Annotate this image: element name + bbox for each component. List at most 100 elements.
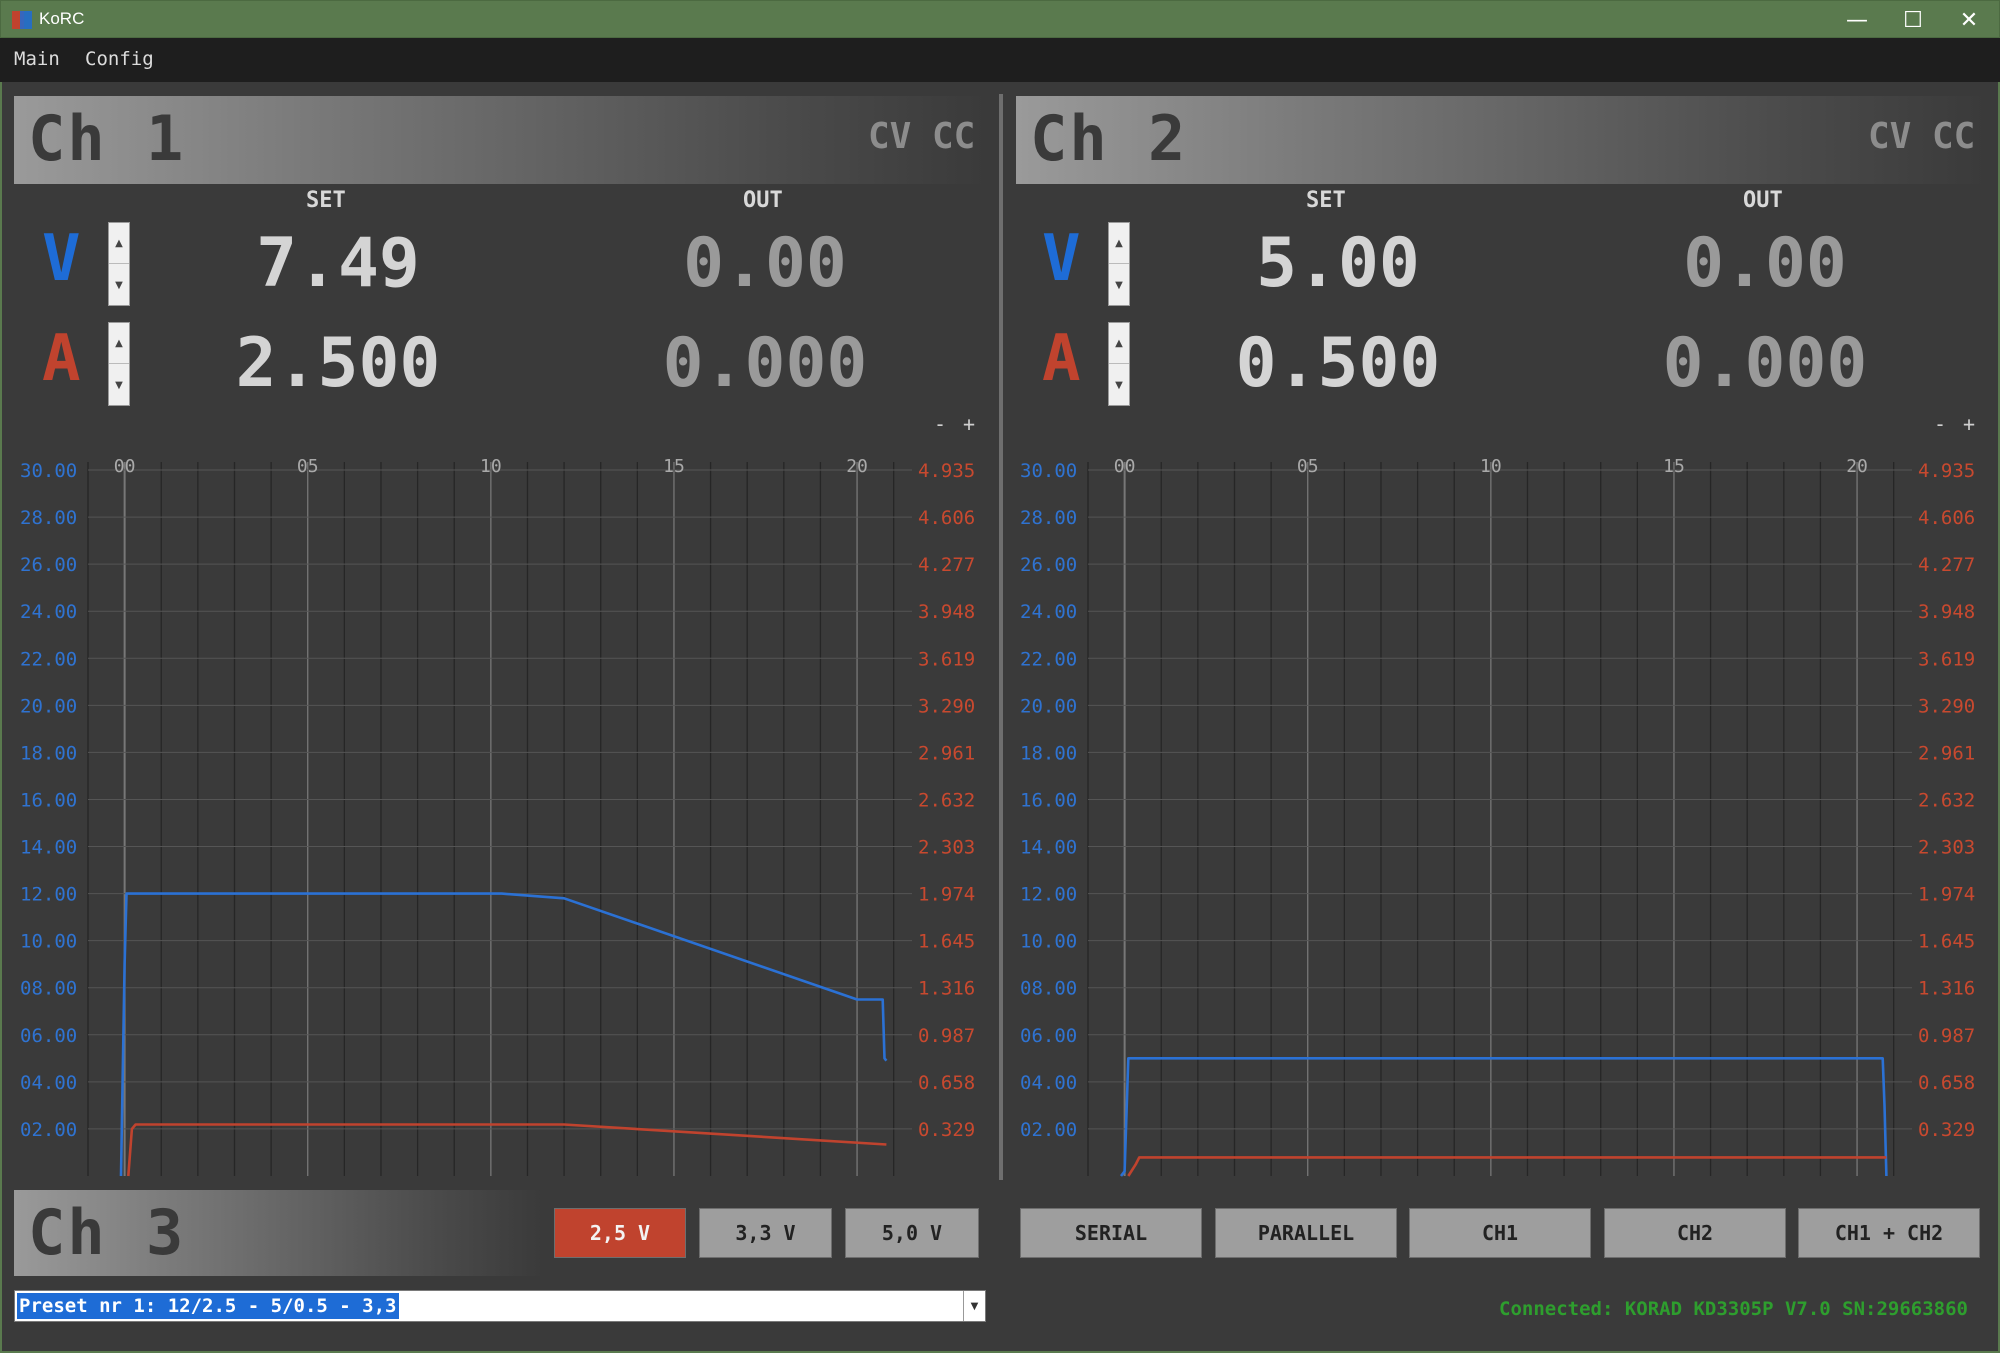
channel-1-cv-indicator: CV <box>868 116 912 157</box>
channel-1-chart[interactable]: 30.00 28.00 26.00 24.00 22.00 20.00 18.00 16.00… <box>0 440 990 1180</box>
y-right-tick-label: 2.303 <box>1918 837 1975 859</box>
ch3-preset-3v3-button[interactable]: 3,3 V <box>699 1208 832 1258</box>
spinner-up-icon[interactable]: ▲ <box>109 323 129 364</box>
channel-2-set-current[interactable]: 0.500 <box>1198 324 1478 403</box>
y-left-tick-label: 28.00 <box>1020 507 1077 529</box>
minimize-icon: — <box>1846 7 1868 33</box>
y-right-tick-label: 0.987 <box>1918 1025 1975 1047</box>
menu-config[interactable]: Config <box>85 48 154 70</box>
y-left-tick-label: 04.00 <box>1020 1072 1077 1094</box>
y-left-tick-label: 26.00 <box>20 554 77 576</box>
channel-2-cv-indicator: CV <box>1868 116 1912 157</box>
y-left-tick-label: 08.00 <box>20 978 77 1000</box>
channel-2-voltage-unit: V <box>1042 222 1081 296</box>
channel-1-out-voltage: 0.00 <box>683 224 847 303</box>
ch2-output-button[interactable]: CH2 <box>1604 1208 1786 1258</box>
x-tick-label: 20 <box>1846 456 1868 477</box>
x-tick-label: 10 <box>480 456 502 477</box>
current-series-line <box>1127 1156 1887 1177</box>
channel-2-cc-indicator: CC <box>1932 116 1976 157</box>
maximize-icon: ☐ <box>1903 7 1923 33</box>
y-left-tick-label: 04.00 <box>20 1072 77 1094</box>
channel-1-zoom-in-button[interactable]: + <box>963 412 975 436</box>
close-button[interactable]: ✕ <box>1941 1 1997 39</box>
current-series-line <box>127 1123 887 1177</box>
y-left-tick-label: 30.00 <box>20 460 77 482</box>
y-right-tick-label: 2.632 <box>918 789 975 811</box>
serial-mode-button[interactable]: SERIAL <box>1020 1208 1202 1258</box>
y-right-tick-label: 3.948 <box>1918 601 1975 623</box>
y-left-tick-label: 22.00 <box>1020 648 1077 670</box>
channel-2-chart[interactable]: 30.00 28.00 26.00 24.00 22.00 20.00 18.00 16.00… <box>1000 440 1990 1180</box>
chevron-down-icon[interactable]: ▼ <box>963 1291 985 1321</box>
channel-1-set-current[interactable]: 2.500 <box>198 324 478 403</box>
y-right-tick-label: 4.277 <box>1918 554 1975 576</box>
y-right-tick-label: 4.935 <box>1918 460 1975 482</box>
channel-1-current-unit: A <box>42 322 81 396</box>
y-left-tick-label: 10.00 <box>1020 931 1077 953</box>
y-right-tick-label: 2.961 <box>1918 742 1975 764</box>
y-left-tick-label: 24.00 <box>20 601 77 623</box>
y-right-tick-label: 4.606 <box>918 507 975 529</box>
y-left-tick-label: 02.00 <box>20 1119 77 1141</box>
y-right-tick-label: 4.935 <box>918 460 975 482</box>
y-right-tick-label: 0.987 <box>918 1025 975 1047</box>
y-right-tick-label: 4.277 <box>918 554 975 576</box>
spinner-up-icon[interactable]: ▲ <box>1109 323 1129 364</box>
preset-dropdown[interactable]: Preset nr 1: 12/2.5 - 5/0.5 - 3,3 ▼ <box>14 1290 986 1322</box>
channel-2-zoom-in-button[interactable]: + <box>1963 412 1975 436</box>
y-left-tick-label: 24.00 <box>1020 601 1077 623</box>
y-right-tick-label: 3.619 <box>918 648 975 670</box>
channel-1-voltage-spinner[interactable]: ▲ ▼ <box>108 222 130 306</box>
y-left-tick-label: 18.00 <box>1020 742 1077 764</box>
x-tick-label: 15 <box>1663 456 1685 477</box>
y-right-tick-label: 2.303 <box>918 837 975 859</box>
channel-2-title: Ch 2 <box>1030 102 1188 175</box>
channel-1-set-voltage[interactable]: 7.49 <box>198 224 478 303</box>
channel-1-zoom-out-button[interactable]: - <box>934 412 946 436</box>
ch1-ch2-output-button[interactable]: CH1 + CH2 <box>1798 1208 1980 1258</box>
spinner-down-icon[interactable]: ▼ <box>109 265 129 306</box>
channel-1-current-spinner[interactable]: ▲ ▼ <box>108 322 130 406</box>
connection-status: Connected: KORAD KD3305P V7.0 SN:2966386… <box>1499 1298 1968 1320</box>
channel-1-out-label: OUT <box>743 188 783 213</box>
x-tick-label: 15 <box>663 456 685 477</box>
menu-bar: Main Config <box>0 38 2000 82</box>
y-left-tick-label: 28.00 <box>20 507 77 529</box>
window-title: KoRC <box>39 9 85 28</box>
x-tick-label: 05 <box>297 456 319 477</box>
x-tick-label: 00 <box>1114 456 1136 477</box>
spinner-down-icon[interactable]: ▼ <box>1109 365 1129 406</box>
channel-2-out-label: OUT <box>1743 188 1783 213</box>
parallel-mode-button[interactable]: PARALLEL <box>1215 1208 1397 1258</box>
y-right-tick-label: 3.948 <box>918 601 975 623</box>
menu-main[interactable]: Main <box>14 48 60 70</box>
y-right-tick-label: 1.974 <box>918 884 975 906</box>
y-left-tick-label: 06.00 <box>1020 1025 1077 1047</box>
spinner-down-icon[interactable]: ▼ <box>1109 265 1129 306</box>
y-left-tick-label: 20.00 <box>20 695 77 717</box>
ch3-preset-2v5-button[interactable]: 2,5 V <box>554 1208 686 1258</box>
spinner-down-icon[interactable]: ▼ <box>109 365 129 406</box>
channel-1-voltage-unit: V <box>42 222 81 296</box>
ch1-output-button[interactable]: CH1 <box>1409 1208 1591 1258</box>
channel-1-header: Ch 1 CV CC <box>14 96 988 184</box>
channel-2-header: Ch 2 CV CC <box>1016 96 1988 184</box>
y-left-tick-label: 22.00 <box>20 648 77 670</box>
y-right-tick-label: 2.632 <box>1918 789 1975 811</box>
channel-2-voltage-spinner[interactable]: ▲ ▼ <box>1108 222 1130 306</box>
maximize-button[interactable]: ☐ <box>1885 1 1941 39</box>
channel-2-set-voltage[interactable]: 5.00 <box>1198 224 1478 303</box>
ch3-preset-5v0-button[interactable]: 5,0 V <box>845 1208 979 1258</box>
app-logo-icon <box>12 11 32 29</box>
spinner-up-icon[interactable]: ▲ <box>1109 223 1129 264</box>
y-left-tick-label: 26.00 <box>1020 554 1077 576</box>
channel-2-current-spinner[interactable]: ▲ ▼ <box>1108 322 1130 406</box>
spinner-up-icon[interactable]: ▲ <box>109 223 129 264</box>
y-right-tick-label: 0.329 <box>1918 1119 1975 1141</box>
minimize-button[interactable]: — <box>1829 1 1885 39</box>
channel-2-out-voltage: 0.00 <box>1683 224 1847 303</box>
channel-1-set-label: SET <box>306 188 346 213</box>
channel-1-out-current: 0.000 <box>662 324 868 403</box>
channel-2-zoom-out-button[interactable]: - <box>1934 412 1946 436</box>
